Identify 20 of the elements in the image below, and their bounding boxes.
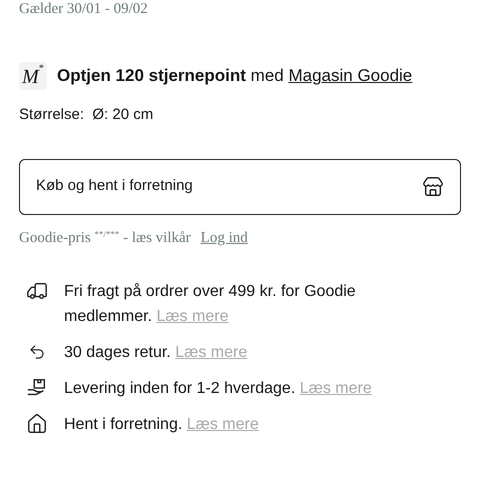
- store-pickup-button[interactable]: Køb og hent i forretning: [19, 158, 461, 214]
- goodie-price-text: Goodie-pris $^{**/***}$ - læs vilkår Log ind: [19, 228, 249, 248]
- benefit-text: Fri fragt på ordrer over 499 kr. for Goodie medlemmer. Læs mere: [64, 282, 357, 327]
- size-text: Størrelse: Ø: 20 cm: [19, 105, 154, 125]
- read-more-link[interactable]: Læs mere: [175, 344, 248, 361]
- read-more-link[interactable]: Læs mere: [186, 416, 259, 433]
- store-icon: [422, 176, 444, 198]
- login-link[interactable]: Log ind: [200, 230, 248, 246]
- return-arrow-icon: [28, 343, 46, 361]
- read-more-link[interactable]: Læs mere: [156, 308, 229, 325]
- truck-icon: [26, 280, 48, 302]
- points-text: Optjen 120 stjernepoint med Magasin Goodie: [57, 65, 412, 88]
- benefit-text: Levering inden for 1-2 hverdage. Læs mere: [64, 379, 373, 399]
- goodie-link[interactable]: Magasin Goodie: [288, 66, 412, 86]
- read-more-link[interactable]: Læs mere: [300, 380, 372, 397]
- house-icon: [26, 413, 48, 435]
- benefit-text: 30 dages retur. Læs mere: [64, 343, 248, 363]
- magasin-logo: M*: [19, 62, 47, 90]
- benefit-text: Hent i forretning. Læs mere: [64, 415, 260, 435]
- validity-text: Gælder 30/01 - 09/02: [19, 0, 149, 17]
